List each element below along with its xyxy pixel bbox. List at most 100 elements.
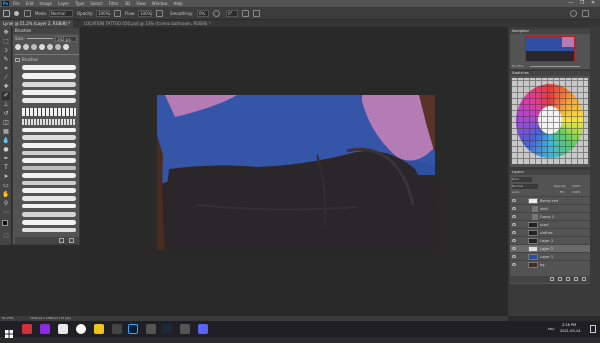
- brush-tip-preview[interactable]: [47, 44, 53, 50]
- brush-stroke-preview[interactable]: [22, 212, 76, 217]
- path-select-tool-icon[interactable]: ➤: [2, 173, 10, 181]
- move-tool-icon[interactable]: ✥: [2, 29, 10, 37]
- swatch-grid[interactable]: [512, 78, 588, 164]
- brush-stroke-preview[interactable]: [22, 108, 76, 116]
- healing-tool-icon[interactable]: ✚: [2, 83, 10, 91]
- menu-file[interactable]: File: [13, 1, 20, 6]
- flow-field[interactable]: 100%: [138, 10, 152, 17]
- brush-tip-preview[interactable]: [63, 44, 69, 50]
- layer-row[interactable]: Layer 3: [510, 236, 590, 244]
- brush-stroke-preview[interactable]: [22, 65, 76, 70]
- quick-select-tool-icon[interactable]: ✎: [2, 56, 10, 64]
- more-tools-icon[interactable]: ⋯: [2, 209, 10, 217]
- add-mask-icon[interactable]: [558, 277, 562, 281]
- layer-blend-mode[interactable]: Normal: [512, 184, 538, 189]
- add-style-icon[interactable]: [550, 277, 554, 281]
- brush-tip-preview[interactable]: [23, 44, 29, 50]
- brush-stroke-preview[interactable]: [22, 98, 76, 103]
- opacity-field[interactable]: 100%: [96, 10, 110, 17]
- menu-help[interactable]: Help: [173, 1, 182, 6]
- navigator-zoom-slider[interactable]: [530, 66, 580, 67]
- clock-date[interactable]: 2021-03-14: [560, 329, 580, 334]
- brush-stroke-preview[interactable]: [22, 220, 76, 225]
- brush-stroke-preview[interactable]: [22, 143, 76, 148]
- brush-tip-preview[interactable]: [15, 44, 21, 50]
- menu-layer[interactable]: Layer: [58, 1, 69, 6]
- shape-tool-icon[interactable]: ▭: [2, 182, 10, 190]
- symmetry-icon[interactable]: [253, 10, 260, 17]
- visibility-eye-icon[interactable]: [512, 223, 516, 226]
- brush-stroke-preview[interactable]: [22, 181, 76, 185]
- visibility-eye-icon[interactable]: [512, 255, 516, 258]
- layer-opacity-value[interactable]: 100%: [572, 184, 581, 189]
- pressure-size-icon[interactable]: [242, 10, 249, 17]
- brush-stroke-preview[interactable]: [22, 166, 76, 170]
- angle-field[interactable]: 0°: [226, 10, 238, 17]
- photoshop-logo-icon[interactable]: Ps: [2, 1, 9, 6]
- brush-stroke-preview[interactable]: [22, 128, 76, 132]
- minimize-button[interactable]: —: [566, 0, 576, 7]
- smoothing-options-icon[interactable]: [213, 10, 220, 17]
- file-explorer-icon[interactable]: [94, 324, 104, 334]
- notification-icon[interactable]: [590, 325, 596, 333]
- layer-row-selected[interactable]: Layer 2: [510, 244, 590, 252]
- eyedropper-tool-icon[interactable]: ⁄: [2, 74, 10, 82]
- clock-time[interactable]: 2:16 PM: [562, 323, 576, 328]
- lasso-tool-icon[interactable]: ↄ: [2, 47, 10, 55]
- brush-stroke-preview[interactable]: [22, 228, 76, 232]
- app-taskbar-icon[interactable]: [22, 324, 32, 334]
- new-brush-icon[interactable]: [59, 238, 64, 243]
- brush-size-field[interactable]: 342 px: [55, 36, 77, 42]
- menu-image[interactable]: Image: [39, 1, 52, 6]
- menu-type[interactable]: Type: [75, 1, 84, 6]
- stamp-tool-icon[interactable]: ⊥: [2, 101, 10, 109]
- visibility-eye-icon[interactable]: [512, 207, 516, 210]
- brush-stroke-preview[interactable]: [22, 119, 76, 125]
- quick-mask-icon[interactable]: ◌: [2, 232, 10, 240]
- layer-row[interactable]: Group 1: [510, 212, 590, 220]
- brush-tip-preview[interactable]: [39, 44, 45, 50]
- smoothing-field[interactable]: 0%: [197, 10, 209, 17]
- brush-stroke-preview[interactable]: [22, 173, 76, 178]
- layer-fill-value[interactable]: 100%: [572, 190, 581, 195]
- crop-tool-icon[interactable]: ⌗: [2, 65, 10, 73]
- new-group-icon[interactable]: [566, 277, 570, 281]
- brush-stroke-preview[interactable]: [22, 188, 76, 193]
- windows-start-icon[interactable]: [4, 324, 14, 338]
- menu-filter[interactable]: Filter: [109, 1, 119, 6]
- marquee-tool-icon[interactable]: ⬚: [2, 38, 10, 46]
- app-taskbar-icon[interactable]: [40, 324, 50, 334]
- photoshop-taskbar-icon[interactable]: [128, 324, 138, 334]
- layer-row[interactable]: clothes: [510, 228, 590, 236]
- keyboard-language[interactable]: ENG: [548, 327, 554, 332]
- pen-tool-icon[interactable]: ✒: [2, 155, 10, 163]
- brush-stroke-preview[interactable]: [22, 135, 76, 140]
- pressure-opacity-icon[interactable]: [114, 10, 121, 17]
- layer-row[interactable]: Layer 1: [510, 252, 590, 260]
- brush-size-slider[interactable]: [27, 38, 53, 39]
- menu-window[interactable]: Window: [152, 1, 168, 6]
- mode-select[interactable]: Normal: [49, 10, 73, 17]
- app-taskbar-icon[interactable]: [180, 324, 190, 334]
- brush-stroke-preview[interactable]: [22, 204, 76, 208]
- app-taskbar-icon[interactable]: [58, 324, 68, 334]
- menu-3d[interactable]: 3D: [125, 1, 131, 6]
- visibility-eye-icon[interactable]: [512, 247, 516, 250]
- brush-tip-preview[interactable]: [55, 44, 61, 50]
- menu-view[interactable]: View: [136, 1, 146, 6]
- brush-stroke-preview[interactable]: [22, 196, 76, 201]
- menu-select[interactable]: Select: [90, 1, 102, 6]
- navigator-zoom[interactable]: 51.23%: [512, 64, 523, 69]
- brush-tip-preview[interactable]: [31, 44, 37, 50]
- brush-stroke-preview[interactable]: [22, 73, 76, 79]
- gradient-tool-icon[interactable]: ▦: [2, 128, 10, 136]
- layer-row[interactable]: bg: [510, 260, 590, 268]
- type-tool-icon[interactable]: T: [2, 164, 10, 172]
- brush-folder-label[interactable]: Brushes: [22, 57, 38, 62]
- brush-tool-icon[interactable]: ✐: [2, 92, 10, 100]
- brush-stroke-preview[interactable]: [22, 151, 76, 155]
- history-brush-icon[interactable]: ↺: [2, 110, 10, 118]
- brush-stroke-preview[interactable]: [22, 90, 76, 95]
- steam-icon[interactable]: [162, 324, 172, 334]
- eraser-tool-icon[interactable]: ◫: [2, 119, 10, 127]
